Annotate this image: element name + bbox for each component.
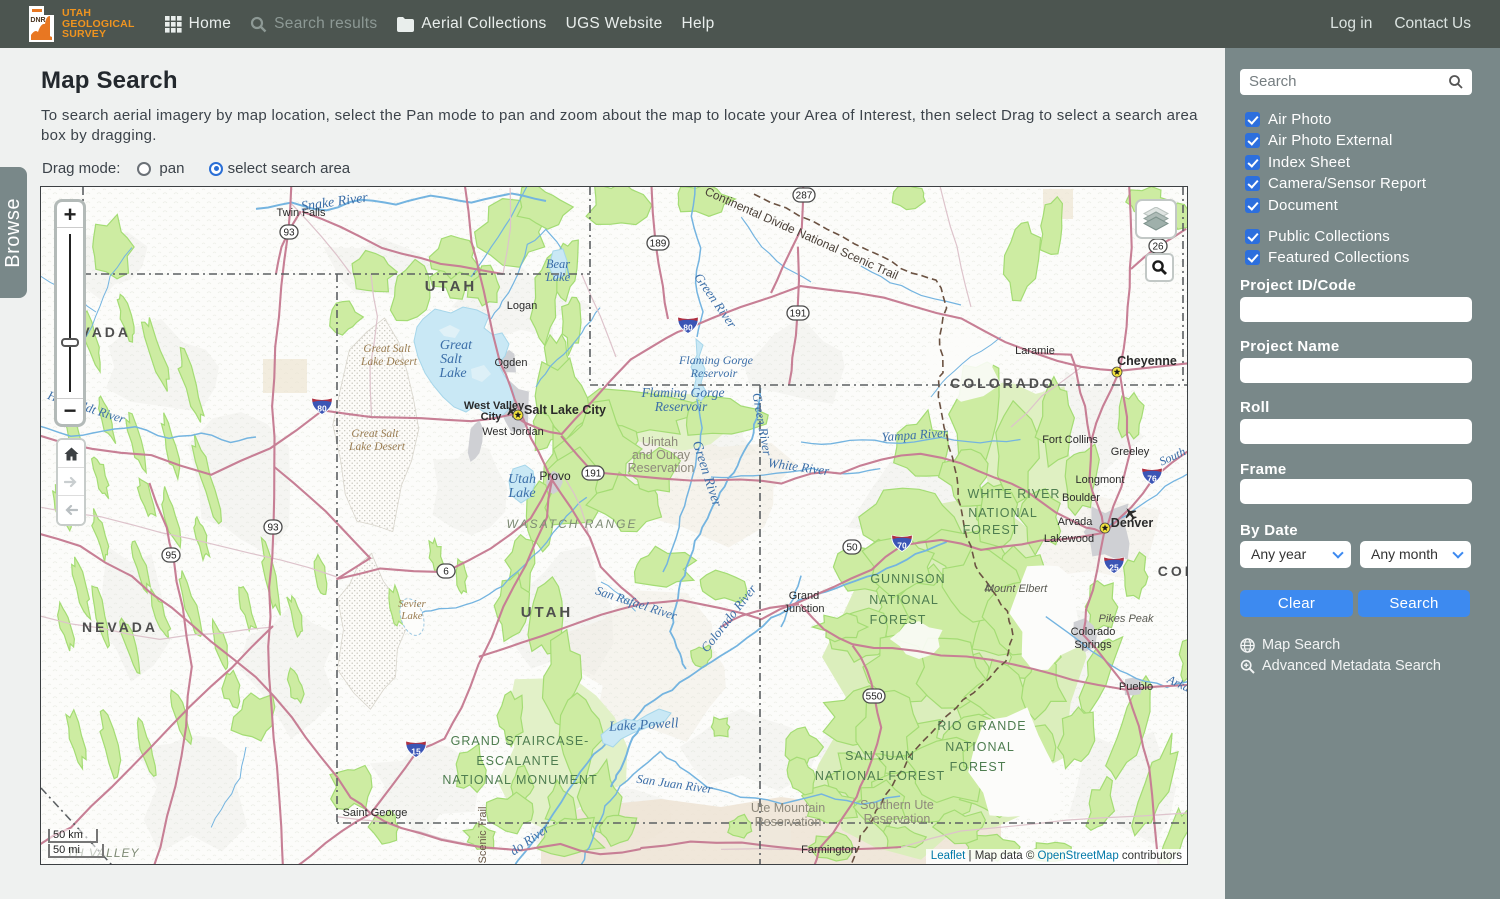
svg-text:15: 15 [411,747,421,757]
svg-text:Uintah: Uintah [642,435,678,449]
svg-text:95: 95 [165,551,177,562]
svg-text:93: 93 [283,228,295,239]
svg-text:FOREST: FOREST [963,523,1020,537]
svg-text:Lake Desert: Lake Desert [360,356,418,368]
svg-text:26: 26 [1152,242,1164,253]
svg-text:DNR: DNR [30,17,45,24]
svg-text:Springs: Springs [1074,639,1112,651]
svg-text:Greeley: Greeley [1111,446,1150,458]
svg-text:Reservation: Reservation [864,812,931,826]
svg-text:Mount Elbert: Mount Elbert [985,583,1048,595]
svg-text:Southern Ute: Southern Ute [860,798,934,812]
svg-text:NATIONAL: NATIONAL [945,740,1015,754]
svg-text:6: 6 [443,567,449,578]
svg-text:NATIONAL MONUMENT: NATIONAL MONUMENT [442,773,597,787]
svg-text:191: 191 [790,309,807,320]
svg-text:80: 80 [317,404,327,414]
svg-text:NATIONAL: NATIONAL [869,593,939,607]
svg-text:Provo: Provo [539,469,571,483]
svg-text:City: City [481,411,503,423]
svg-text:Longmont: Longmont [1076,474,1125,486]
svg-text:Grand: Grand [789,590,820,602]
svg-text:Ogden: Ogden [494,357,527,369]
svg-text:Boulder: Boulder [1062,492,1100,504]
svg-text:Lakewood: Lakewood [1044,533,1094,545]
svg-text:GUNNISON: GUNNISON [870,572,945,586]
svg-text:Pikes Peak: Pikes Peak [1098,613,1154,625]
svg-text:COL: COL [1158,563,1187,579]
svg-text:76: 76 [1147,474,1157,484]
svg-text:FOREST: FOREST [950,760,1007,774]
svg-text:80: 80 [683,323,693,333]
svg-text:Salt: Salt [440,352,463,367]
svg-text:Great Salt: Great Salt [351,428,399,440]
svg-text:Logan: Logan [507,300,538,312]
svg-text:70: 70 [897,541,907,551]
svg-text:ESCALANTE: ESCALANTE [476,754,559,768]
svg-text:50: 50 [846,543,858,554]
svg-text:WASATCH RANGE: WASATCH RANGE [507,517,638,531]
svg-text:UTAH: UTAH [521,604,574,621]
svg-text:Lake: Lake [400,610,423,622]
svg-text:NATIONAL: NATIONAL [968,506,1038,520]
svg-text:Pueblo: Pueblo [1119,681,1153,693]
svg-text:Sevier: Sevier [398,598,426,610]
svg-text:Lake Desert: Lake Desert [348,441,406,453]
svg-text:GRAND STAIRCASE-: GRAND STAIRCASE- [451,734,590,748]
svg-text:NATIONAL FOREST: NATIONAL FOREST [815,769,945,783]
svg-text:Scenic Trail: Scenic Trail [477,807,489,864]
svg-text:287: 287 [796,191,813,202]
svg-text:Colorado: Colorado [1071,626,1116,638]
svg-text:Saint George: Saint George [343,807,408,819]
svg-text:Great: Great [440,338,473,353]
svg-text:COLORADO: COLORADO [950,375,1056,391]
svg-text:Lake: Lake [507,486,535,501]
svg-text:Flaming Gorge: Flaming Gorge [678,353,754,367]
svg-text:93: 93 [267,523,279,534]
svg-text:Arvada: Arvada [1058,516,1094,528]
svg-text:SAN JUAN: SAN JUAN [845,749,915,763]
svg-text:Ute Mountain: Ute Mountain [751,801,825,815]
svg-text:Utah: Utah [508,472,536,487]
svg-text:Reservation: Reservation [755,815,822,829]
svg-text:191: 191 [585,469,602,480]
svg-text:FOREST: FOREST [870,613,927,627]
svg-text:Lake: Lake [438,366,466,381]
svg-text:Reservoir: Reservoir [690,366,738,380]
svg-text:WHITE RIVER: WHITE RIVER [968,487,1061,501]
svg-text:550: 550 [866,692,883,703]
svg-text:UTAH: UTAH [425,278,478,295]
svg-text:Junction: Junction [784,603,825,615]
svg-text:Farmington: Farmington [801,844,857,856]
svg-text:and Ouray: and Ouray [632,448,691,462]
svg-text:Cheyenne: Cheyenne [1117,354,1177,368]
svg-text:Bear: Bear [546,257,570,271]
svg-text:Salt Lake City: Salt Lake City [524,403,606,417]
svg-text:West Jordan: West Jordan [482,426,544,438]
svg-text:189: 189 [650,239,667,250]
svg-text:RIO GRANDE: RIO GRANDE [937,719,1026,733]
svg-text:Fort Collins: Fort Collins [1042,434,1098,446]
svg-text:Flaming Gorge: Flaming Gorge [640,385,724,400]
svg-text:Reservation: Reservation [628,461,695,475]
svg-text:Laramie: Laramie [1015,345,1055,357]
svg-text:Reservoir: Reservoir [654,399,708,414]
svg-text:Lake: Lake [545,270,571,284]
svg-text:NEVADA: NEVADA [82,619,158,635]
svg-text:Great Salt: Great Salt [363,343,411,355]
svg-text:25: 25 [1109,563,1119,573]
